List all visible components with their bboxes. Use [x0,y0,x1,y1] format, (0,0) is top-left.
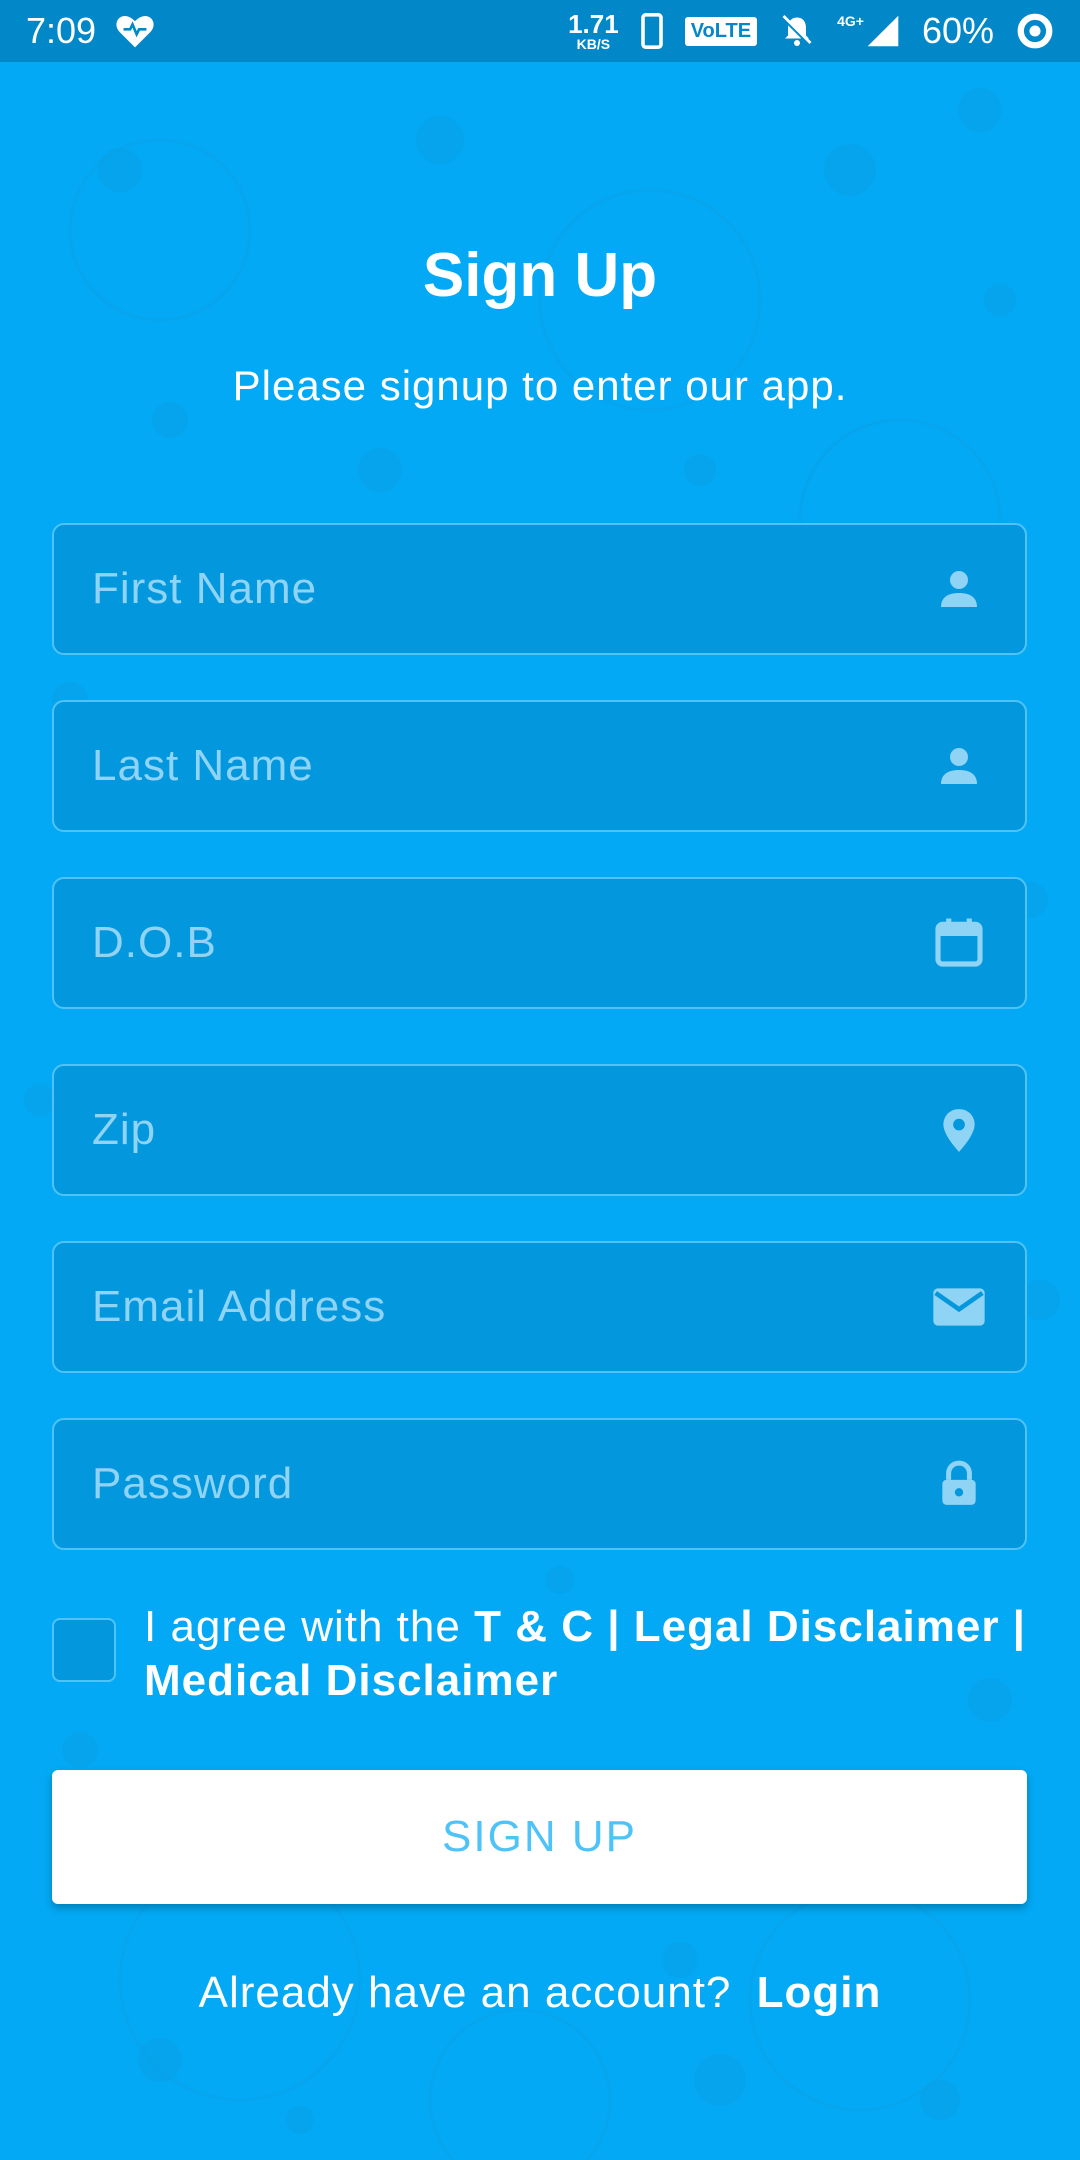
signup-screen: Sign Up Please signup to enter our app. [0,0,1080,2160]
last-name-field[interactable] [52,700,1027,832]
page-title: Sign Up [422,241,658,310]
zip-input[interactable] [54,1066,929,1194]
login-link[interactable]: Login [757,1968,882,2017]
calendar-icon [929,913,989,973]
terms-text: I agree with the T & C | Legal Disclaime… [144,1600,1027,1708]
first-name-input[interactable] [54,525,929,653]
terms-checkbox[interactable] [52,1618,116,1682]
first-name-field[interactable] [52,523,1027,655]
dob-input[interactable] [54,879,929,1007]
zip-field[interactable] [52,1064,1027,1196]
mail-icon [929,1277,989,1337]
sign-up-button[interactable]: SIGN UP [52,1770,1027,1904]
dob-field[interactable] [52,877,1027,1009]
email-input[interactable] [54,1243,929,1371]
last-name-input[interactable] [54,702,929,830]
person-icon [929,559,989,619]
password-field[interactable] [52,1418,1027,1550]
person-icon [929,736,989,796]
lock-icon [929,1454,989,1514]
terms-prefix: I agree with the [144,1602,461,1651]
location-pin-icon [929,1100,989,1160]
email-field[interactable] [52,1241,1027,1373]
password-input[interactable] [54,1420,929,1548]
login-prompt: Already have an account? Login [0,1968,1080,2018]
terms-agreement: I agree with the T & C | Legal Disclaime… [52,1600,1027,1708]
page-subtitle: Please signup to enter our app. [232,362,848,409]
login-prompt-text: Already have an account? [198,1968,732,2017]
